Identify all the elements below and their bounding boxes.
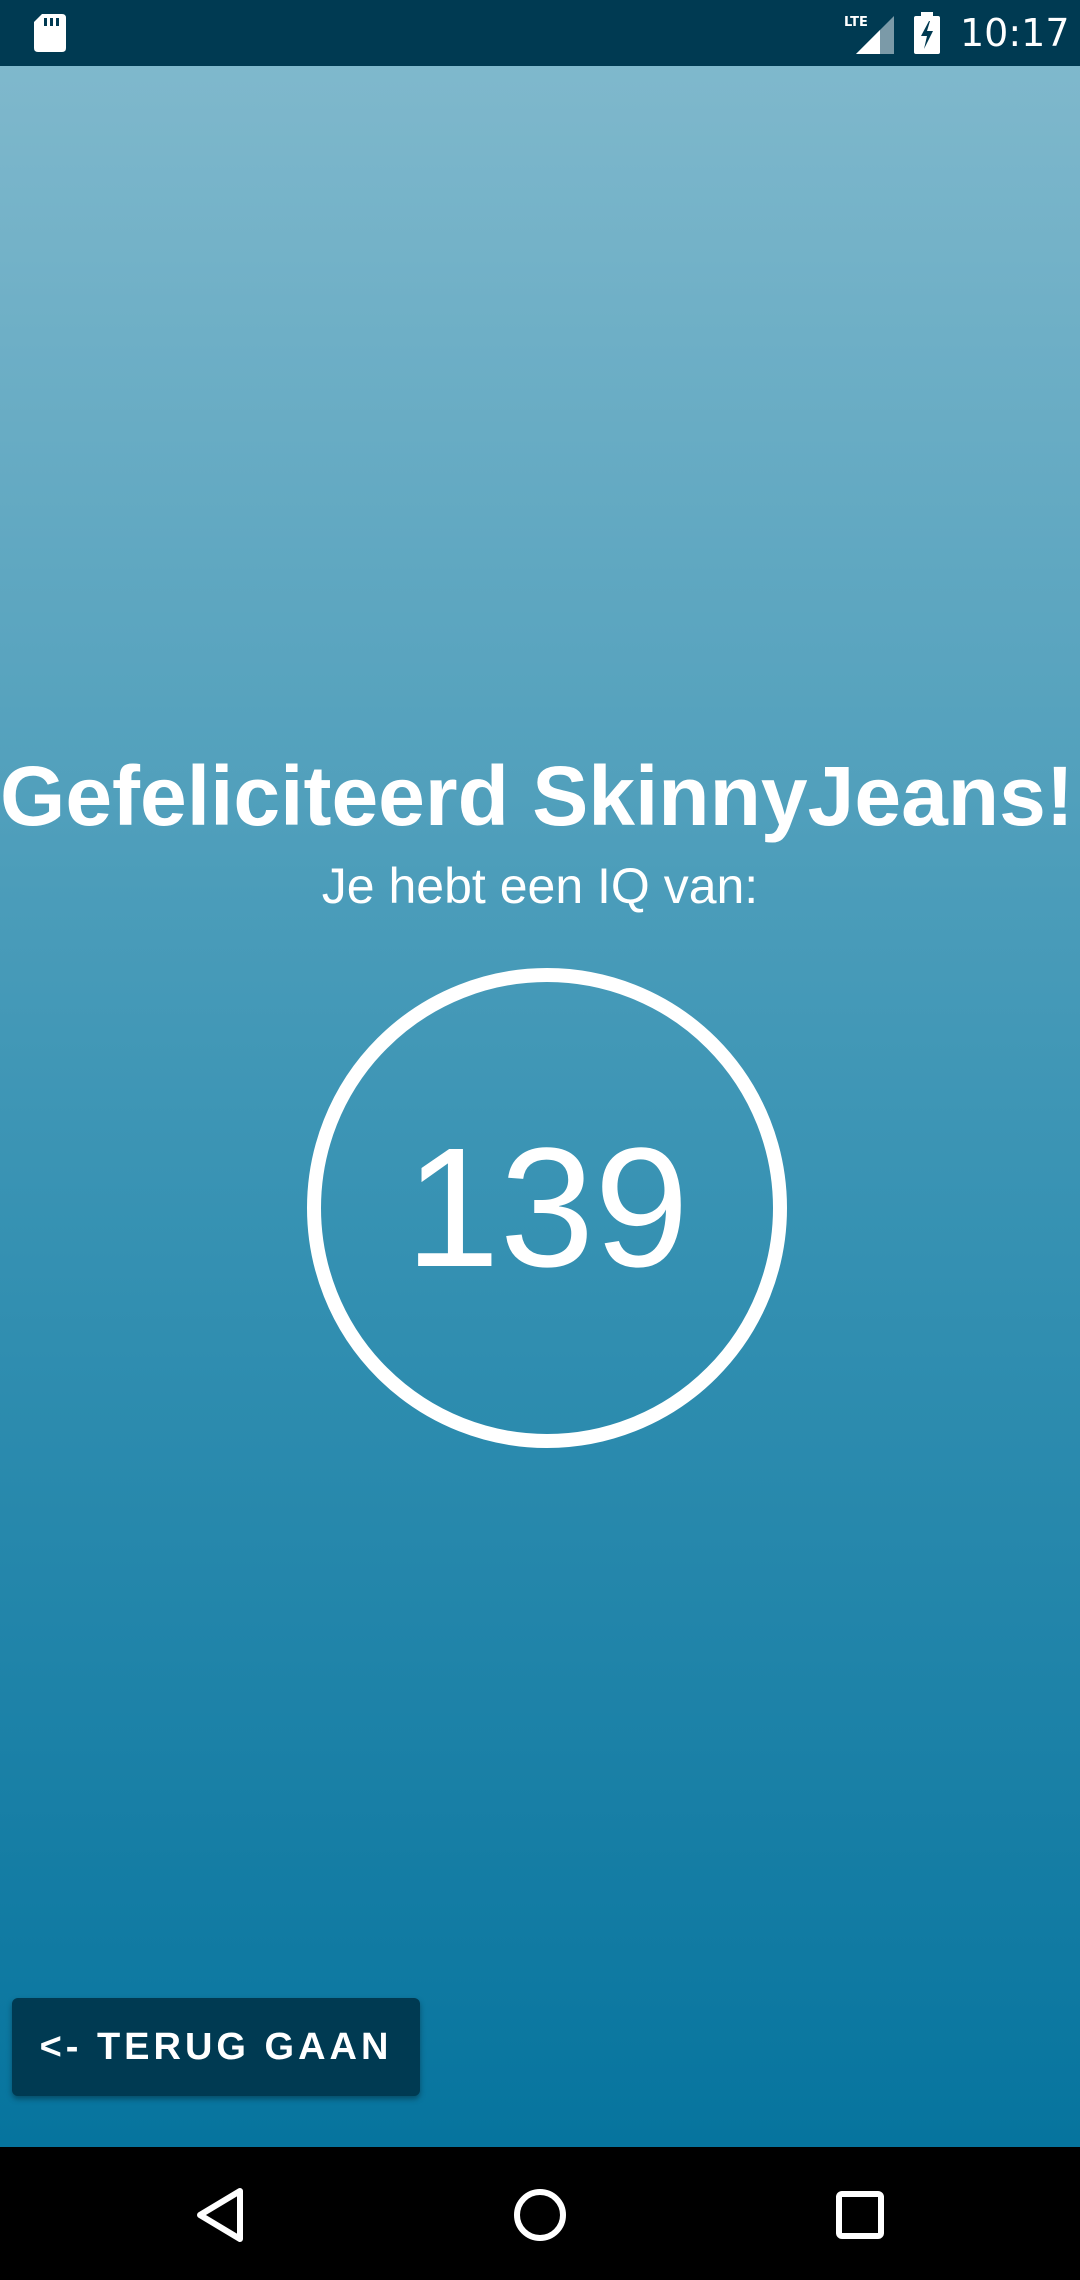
result-panel: Gefeliciteerd SkinnyJeans!! Je hebt een … [0, 66, 1080, 2147]
back-button[interactable]: <- TERUG GAAN [12, 1998, 420, 2096]
lte-signal-icon: LTE [844, 15, 894, 54]
iq-score-value: 139 [405, 1113, 689, 1303]
iq-score-circle: 139 [307, 968, 787, 1448]
navigation-bar [0, 2147, 1080, 2280]
back-icon[interactable] [190, 2185, 250, 2245]
congratulations-title: Gefeliciteerd SkinnyJeans!! [0, 749, 1080, 843]
network-label: LTE [844, 15, 868, 30]
iq-subtitle: Je hebt een IQ van: [321, 858, 759, 914]
screen: LTE 10:17 Gefeliciteerd SkinnyJeans!! Je… [0, 0, 1080, 2280]
battery-charging-icon [914, 12, 940, 54]
recents-icon[interactable] [830, 2185, 890, 2245]
status-clock: 10:17 [960, 11, 1070, 55]
home-icon[interactable] [510, 2185, 570, 2245]
status-bar: LTE 10:17 [0, 0, 1080, 66]
sd-card-icon [34, 14, 66, 52]
